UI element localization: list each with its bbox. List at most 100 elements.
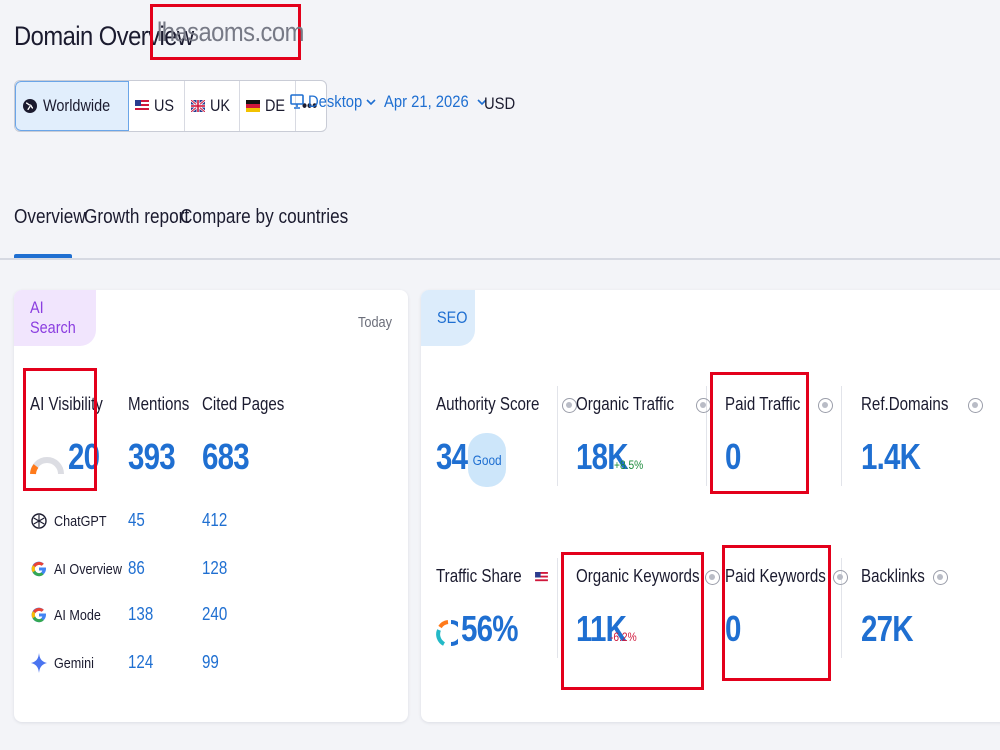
traffic-share-ring-icon bbox=[436, 620, 458, 646]
date-dropdown[interactable]: Apr 21, 2026 bbox=[384, 92, 487, 112]
paid-traffic-number: 0 bbox=[725, 436, 741, 477]
chatgpt-icon bbox=[30, 510, 48, 532]
ref-domains-text: Ref.Domains bbox=[861, 394, 949, 414]
source-mentions: 138 bbox=[128, 604, 154, 624]
ai-visibility-label: AI Visibility bbox=[30, 394, 117, 415]
date-label: Apr 21, 2026 bbox=[384, 92, 469, 111]
db-us-label: US bbox=[154, 96, 175, 115]
ai-mode-mentions[interactable]: 138 bbox=[128, 604, 158, 625]
paid-keywords-value[interactable]: 0 bbox=[725, 608, 744, 650]
organic-keywords-label: Organic Keywords bbox=[576, 566, 721, 587]
organic-keywords-delta: -6.2% bbox=[610, 630, 641, 644]
ref-domains-label: Ref.Domains bbox=[861, 394, 984, 415]
tab-growth-report-label: Growth report bbox=[84, 206, 190, 228]
visibility-gauge-icon bbox=[30, 457, 64, 475]
chatgpt-cited[interactable]: 412 bbox=[202, 510, 232, 531]
backlinks-label: Backlinks bbox=[861, 566, 949, 587]
traffic-share-text: Traffic Share bbox=[436, 566, 522, 586]
tab-overview[interactable]: Overview bbox=[14, 200, 86, 258]
info-icon[interactable] bbox=[562, 397, 578, 413]
google-icon bbox=[30, 604, 48, 626]
us-flag-icon bbox=[135, 100, 150, 112]
info-icon[interactable] bbox=[933, 569, 949, 585]
currency-text: USD bbox=[484, 94, 516, 113]
db-us-button[interactable]: US bbox=[129, 81, 185, 131]
report-tabs: Overview Growth report Compare by countr… bbox=[14, 200, 348, 260]
info-icon[interactable] bbox=[695, 397, 711, 413]
info-icon[interactable] bbox=[833, 569, 849, 585]
tab-compare-by-countries[interactable]: Compare by countries bbox=[180, 200, 348, 258]
uk-flag-icon bbox=[190, 100, 205, 112]
period-label: Today bbox=[352, 314, 392, 331]
authority-rating-text: Good bbox=[472, 452, 502, 468]
source-row-chatgpt: ChatGPT bbox=[30, 510, 117, 532]
source-row-ai-overview: AI Overview bbox=[30, 558, 135, 580]
cited-pages-value[interactable]: 683 bbox=[202, 436, 259, 478]
source-name: ChatGPT bbox=[54, 512, 107, 530]
ref-domains-number: 1.4K bbox=[861, 436, 921, 477]
mentions-value[interactable]: 393 bbox=[128, 436, 185, 478]
mentions-number: 393 bbox=[128, 436, 176, 477]
cited-pages-text: Cited Pages bbox=[202, 394, 285, 414]
mentions-text: Mentions bbox=[128, 394, 190, 414]
device-dropdown[interactable]: Desktop bbox=[290, 92, 376, 112]
ai-search-badge: AI Search bbox=[14, 290, 96, 346]
cited-pages-number: 683 bbox=[202, 436, 250, 477]
ai-mode-cited[interactable]: 240 bbox=[202, 604, 232, 625]
domain-link[interactable]: lhasaoms.com bbox=[157, 17, 304, 48]
db-worldwide-label: Worldwide bbox=[43, 96, 111, 115]
info-icon[interactable] bbox=[968, 397, 984, 413]
organic-keywords-delta-text: -6.2% bbox=[610, 630, 637, 644]
seo-badge: SEO bbox=[421, 290, 475, 346]
device-label: Desktop bbox=[308, 92, 363, 111]
tab-overview-label: Overview bbox=[14, 206, 86, 228]
organic-traffic-label: Organic Traffic bbox=[576, 394, 711, 415]
db-uk-label: UK bbox=[209, 96, 230, 115]
ai-overview-cited[interactable]: 128 bbox=[202, 558, 232, 579]
chatgpt-mentions[interactable]: 45 bbox=[128, 510, 148, 531]
source-name: AI Overview bbox=[54, 560, 122, 578]
source-name: Gemini bbox=[54, 654, 94, 672]
tab-compare-by-countries-label: Compare by countries bbox=[180, 206, 349, 228]
paid-traffic-text: Paid Traffic bbox=[725, 394, 801, 414]
period-text: Today bbox=[357, 314, 392, 331]
divider bbox=[557, 558, 558, 658]
ai-visibility-text: AI Visibility bbox=[30, 394, 103, 414]
traffic-share-value[interactable]: 56% bbox=[461, 608, 530, 650]
ref-domains-value[interactable]: 1.4K bbox=[861, 436, 933, 478]
info-icon[interactable] bbox=[705, 569, 721, 585]
source-row-gemini: Gemini bbox=[30, 652, 102, 674]
source-cited: 99 bbox=[202, 652, 219, 672]
source-mentions: 45 bbox=[128, 510, 145, 530]
chevron-down-icon bbox=[366, 99, 376, 106]
us-flag-icon bbox=[535, 571, 548, 583]
source-mentions: 124 bbox=[128, 652, 154, 672]
info-icon[interactable] bbox=[817, 397, 833, 413]
backlinks-text: Backlinks bbox=[861, 566, 925, 586]
paid-traffic-value[interactable]: 0 bbox=[725, 436, 744, 478]
db-worldwide-button[interactable]: Worldwide bbox=[15, 81, 130, 131]
divider bbox=[841, 386, 842, 486]
source-mentions: 86 bbox=[128, 558, 145, 578]
ai-visibility-number: 20 bbox=[68, 436, 100, 477]
de-flag-icon bbox=[246, 100, 261, 112]
ai-visibility-value[interactable]: 20 bbox=[68, 436, 106, 478]
authority-score-label: Authority Score bbox=[436, 394, 578, 415]
ai-overview-mentions[interactable]: 86 bbox=[128, 558, 148, 579]
organic-traffic-delta: +8.5% bbox=[614, 458, 648, 472]
paid-keywords-text: Paid Keywords bbox=[725, 566, 826, 586]
traffic-share-label: Traffic Share bbox=[436, 566, 548, 587]
seo-card: SEO Authority Score 34 Good Organic Traf… bbox=[421, 290, 1000, 722]
gemini-cited[interactable]: 99 bbox=[202, 652, 222, 673]
tab-growth-report[interactable]: Growth report bbox=[84, 200, 189, 258]
backlinks-value[interactable]: 27K bbox=[861, 608, 924, 650]
organic-traffic-delta-text: +8.5% bbox=[614, 458, 644, 472]
gemini-mentions[interactable]: 124 bbox=[128, 652, 158, 673]
organic-traffic-text: Organic Traffic bbox=[576, 394, 675, 414]
organic-keywords-text: Organic Keywords bbox=[576, 566, 700, 586]
mentions-label: Mentions bbox=[128, 394, 201, 415]
db-de-button[interactable]: DE bbox=[240, 81, 296, 131]
authority-score-text: Authority Score bbox=[436, 394, 540, 414]
db-uk-button[interactable]: UK bbox=[185, 81, 241, 131]
source-cited: 412 bbox=[202, 510, 228, 530]
